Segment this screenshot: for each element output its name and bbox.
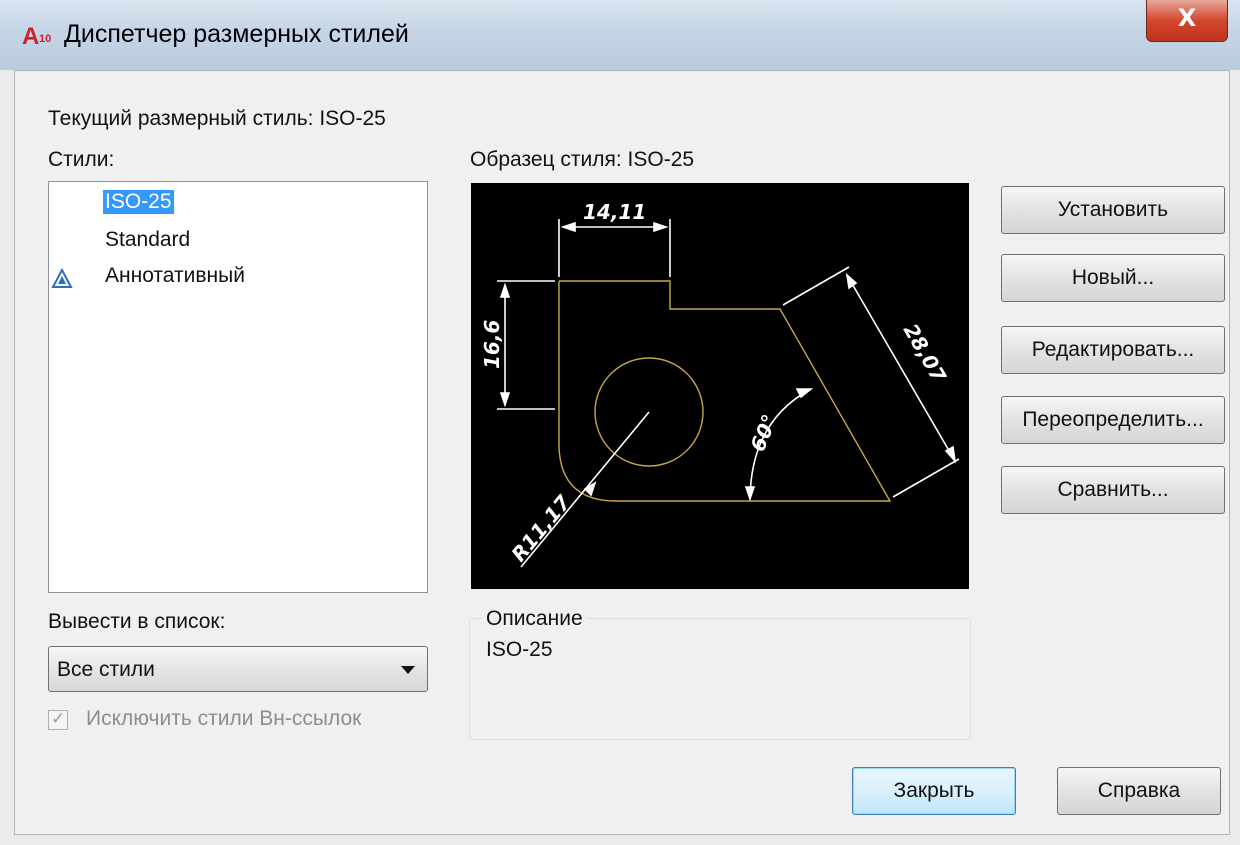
override-style-button[interactable]: Переопределить...: [1001, 396, 1225, 444]
list-filter-value: Все стили: [57, 658, 155, 681]
close-button[interactable]: Закрыть: [852, 767, 1016, 815]
preview-drawing: 14,11 16,6 28,07 60° R11,17: [480, 200, 960, 568]
exclude-xref-label: Исключить стили Вн-ссылок: [86, 707, 362, 730]
set-current-button[interactable]: Установить: [1001, 186, 1225, 234]
exclude-xref-checkbox[interactable]: ✓: [48, 709, 68, 730]
preview-label: Образец стиля: ISO-25: [470, 148, 695, 171]
styles-listbox[interactable]: ISO-25 Standard Аннотативный: [48, 181, 428, 593]
list-filter-dropdown[interactable]: Все стили: [48, 646, 428, 692]
modify-style-button[interactable]: Редактировать...: [1001, 326, 1225, 374]
chevron-down-icon: [401, 666, 415, 674]
annotative-icon: [51, 268, 73, 288]
style-item-annotative[interactable]: Аннотативный: [49, 264, 419, 292]
svg-text:A: A: [22, 23, 39, 48]
dimension-style-manager-window: A 10 Диспетчер размерных стилей X Текущи…: [0, 0, 1240, 845]
title-bar[interactable]: A 10 Диспетчер размерных стилей X: [0, 0, 1240, 70]
help-button[interactable]: Справка: [1057, 767, 1221, 815]
current-style-label: Текущий размерный стиль: ISO-25: [48, 107, 386, 130]
window-title: Диспетчер размерных стилей: [64, 20, 409, 48]
autocad-icon: A 10: [22, 23, 51, 48]
style-item-annotative-label: Аннотативный: [105, 264, 245, 287]
part-outline: [558, 280, 892, 502]
checkmark-icon: ✓: [51, 709, 66, 728]
style-item-standard[interactable]: Standard: [105, 228, 190, 252]
close-icon: X: [1177, 4, 1197, 32]
description-text: ISO-25: [486, 638, 553, 661]
new-style-button[interactable]: Новый...: [1001, 254, 1225, 302]
style-preview: 14,11 16,6 28,07 60° R11,17: [471, 183, 969, 589]
dim-top-value: 14,11: [583, 200, 646, 224]
description-groupbox: [469, 618, 971, 740]
style-item-iso-25[interactable]: ISO-25: [103, 190, 174, 214]
svg-text:10: 10: [39, 33, 51, 45]
styles-label: Стили:: [48, 148, 115, 171]
dim-left-value: 16,6: [480, 320, 504, 369]
compare-styles-button[interactable]: Сравнить...: [1001, 466, 1225, 514]
dim-radius-value: R11,17: [506, 490, 575, 566]
description-title: Описание: [482, 607, 587, 631]
list-filter-label: Вывести в список:: [48, 610, 226, 633]
close-window-button[interactable]: X: [1146, 0, 1228, 42]
